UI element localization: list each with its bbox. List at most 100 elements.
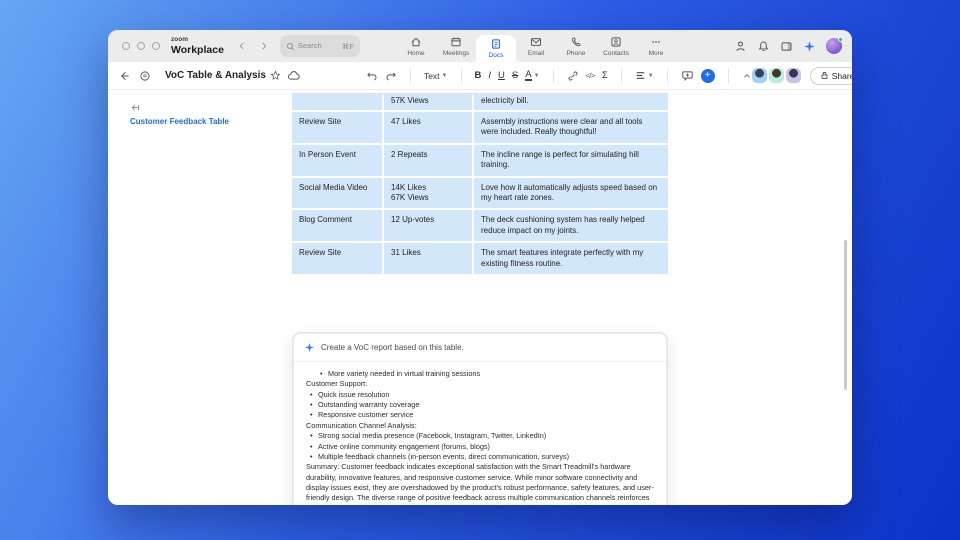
sidebar-item-customer-feedback-table[interactable]: Customer Feedback Table — [130, 117, 229, 126]
cell-metric: 57K Views — [382, 95, 472, 110]
cell-source: Social Media Video — [292, 178, 382, 209]
ai-summary: Summary: Customer feedback indicates exc… — [306, 462, 654, 505]
code-icon[interactable]: </> — [586, 71, 595, 80]
collaborator-avatar[interactable] — [769, 68, 784, 83]
collaborator-avatar[interactable] — [786, 68, 801, 83]
ai-prompt-row: Create a VoC report based on this table. — [294, 334, 666, 362]
comment-icon[interactable] — [681, 69, 694, 82]
collab-tools: Share — [752, 67, 852, 85]
ai-bullet: Quick issue resolution — [306, 390, 654, 400]
titlebar: zoom Workplace Search ⌘F Home Meetings D… — [108, 30, 852, 62]
divider — [621, 69, 622, 83]
ai-bullet: More variety needed in virtual training … — [306, 369, 654, 379]
docs-home-icon[interactable] — [139, 70, 151, 82]
divider — [461, 69, 462, 83]
redo-icon[interactable] — [385, 70, 397, 82]
formatting-tools: Text▼ B I U S A▼ </> Σ ▼ + — [366, 69, 752, 83]
collaborator-avatar[interactable] — [752, 68, 767, 83]
search-placeholder: Search — [298, 42, 322, 50]
table-row[interactable]: Blog Comment 12 Up-votes The deck cushio… — [292, 210, 668, 243]
cell-metric: 2 Repeats — [382, 145, 472, 176]
user-avatar[interactable] — [826, 38, 842, 54]
tab-contacts[interactable]: Contacts — [596, 30, 636, 62]
tab-home[interactable]: Home — [396, 30, 436, 62]
search-shortcut: ⌘F — [342, 42, 354, 51]
sidebar-collapse-icon[interactable] — [130, 102, 141, 113]
table-row[interactable]: Review Site 31 Likes The smart features … — [292, 243, 668, 276]
customer-feedback-table: 57K Views electricity bill. Review Site … — [292, 93, 668, 276]
app-tabs: Home Meetings Docs Email Phone Contacts — [396, 30, 676, 62]
divider — [410, 69, 411, 83]
window-controls — [122, 42, 160, 50]
tab-email[interactable]: Email — [516, 30, 556, 62]
cell-metric: 12 Up-votes — [382, 210, 472, 241]
undo-icon[interactable] — [366, 70, 378, 82]
favorite-star-icon[interactable] — [270, 70, 281, 81]
tab-more[interactable]: More — [636, 30, 676, 62]
text-color-dropdown[interactable]: A▼ — [525, 70, 539, 82]
search-icon — [286, 42, 295, 51]
cloud-sync-icon[interactable] — [287, 69, 300, 82]
page-scrollbar[interactable] — [844, 240, 847, 390]
docs-icon — [490, 38, 502, 50]
cell-metric: 31 Likes — [382, 243, 472, 274]
lock-icon — [820, 71, 829, 80]
cell-metric: 14K Likes 67K Views — [382, 178, 472, 209]
table-row[interactable]: Review Site 47 Likes Assembly instructio… — [292, 112, 668, 145]
divider — [553, 69, 554, 83]
collapse-toolbar-icon[interactable] — [742, 71, 752, 81]
ai-bullet: Multiple feedback channels (in-person ev… — [306, 452, 654, 462]
divider — [728, 69, 729, 83]
global-search-input[interactable]: Search ⌘F — [280, 35, 360, 57]
phone-icon — [570, 36, 582, 48]
back-nav-icon[interactable] — [237, 41, 247, 51]
cell-source: Review Site — [292, 112, 382, 143]
ai-sparkle-icon — [304, 342, 315, 353]
cell-source — [292, 105, 382, 110]
collaborator-avatars — [752, 68, 801, 83]
ai-add-button[interactable]: + — [701, 69, 715, 83]
ai-result-card: Create a VoC report based on this table.… — [293, 333, 667, 505]
logo-workplace-text: Workplace — [171, 45, 224, 56]
cell-source: Review Site — [292, 243, 382, 274]
back-icon[interactable] — [118, 70, 130, 82]
align-dropdown[interactable]: ▼ — [635, 70, 654, 81]
formula-icon[interactable]: Σ — [602, 70, 608, 81]
ai-companion-panel: Create a VoC report based on this table.… — [292, 332, 668, 505]
underline-button[interactable]: U — [498, 70, 505, 81]
profile-icon[interactable] — [734, 40, 747, 53]
document-title[interactable]: VoC Table & Analysis — [165, 70, 266, 81]
bold-button[interactable]: B — [475, 70, 482, 81]
text-style-dropdown[interactable]: Text▼ — [424, 71, 448, 81]
home-icon — [410, 36, 422, 48]
history-nav — [237, 41, 269, 51]
forward-nav-icon[interactable] — [259, 41, 269, 51]
table-row[interactable]: In Person Event 2 Repeats The incline ra… — [292, 145, 668, 178]
notifications-bell-icon[interactable] — [757, 40, 770, 53]
ai-prompt-text: Create a VoC report based on this table. — [321, 343, 464, 352]
table-row[interactable]: 57K Views electricity bill. — [292, 93, 668, 112]
ai-result-text: More variety needed in virtual training … — [294, 362, 666, 505]
tab-meetings[interactable]: Meetings — [436, 30, 476, 62]
tab-docs[interactable]: Docs — [476, 35, 516, 62]
ai-bullet: Active online community engagement (foru… — [306, 442, 654, 452]
cell-source: In Person Event — [292, 145, 382, 176]
link-icon[interactable] — [567, 70, 579, 82]
cell-feedback: Assembly instructions were clear and all… — [472, 112, 668, 143]
close-window-button[interactable] — [122, 42, 130, 50]
table-row[interactable]: Social Media Video 14K Likes 67K Views L… — [292, 178, 668, 211]
share-button[interactable]: Share — [810, 67, 852, 85]
logo-zoom-text: zoom — [171, 37, 224, 44]
italic-button[interactable]: I — [488, 70, 491, 81]
cell-feedback: The incline range is perfect for simulat… — [472, 145, 668, 176]
contacts-icon — [610, 36, 622, 48]
chevron-down-icon: ▼ — [442, 73, 448, 79]
strikethrough-button[interactable]: S — [512, 70, 518, 81]
ai-companion-icon[interactable] — [803, 40, 816, 53]
zoom-workplace-window: zoom Workplace Search ⌘F Home Meetings D… — [108, 30, 852, 505]
minimize-window-button[interactable] — [137, 42, 145, 50]
document-canvas: Customer Feedback Table 57K Views electr… — [108, 90, 852, 505]
tab-phone[interactable]: Phone — [556, 30, 596, 62]
side-panel-toggle-icon[interactable] — [780, 40, 793, 53]
zoom-window-button[interactable] — [152, 42, 160, 50]
